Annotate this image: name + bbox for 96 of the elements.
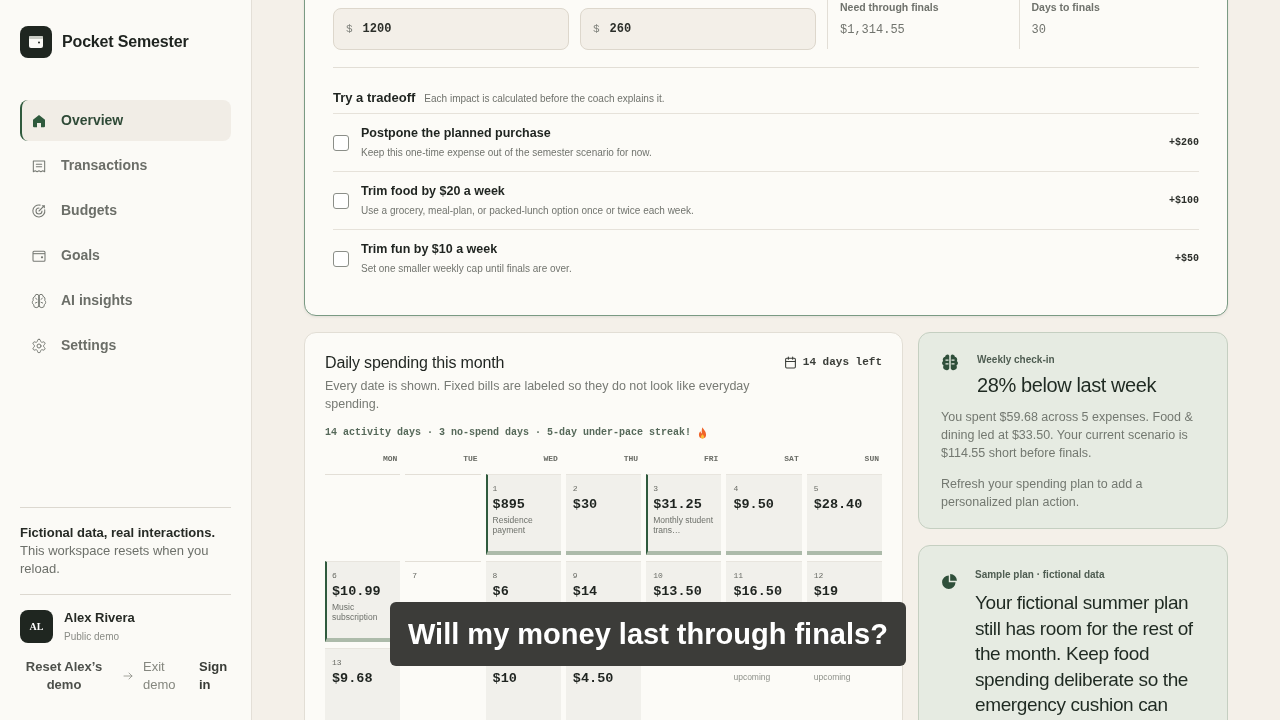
option-description: Use a grocery, meal-plan, or packed-lunch option once or twice each week. [361, 204, 694, 218]
reset-demo-button[interactable]: Reset Alex’s demo [20, 658, 108, 694]
day-note: Music subscription [332, 602, 379, 622]
day-number: 12 [813, 571, 825, 581]
sign-in-button[interactable]: Sign in [199, 658, 230, 694]
day-number: 2 [572, 484, 579, 494]
card-label: Weekly check-in [977, 353, 1056, 367]
nav-item[interactable]: Goals [20, 235, 231, 276]
section-title: Try a tradeoff [333, 89, 416, 107]
day-amount: $9.68 [332, 671, 374, 687]
day-note: Residence payment [492, 515, 534, 535]
amount-field[interactable]: $ 1200 [333, 8, 569, 50]
days-left-label: 14 days left [802, 355, 882, 370]
card-title: Daily spending this month [325, 353, 505, 373]
option-description: Set one smaller weekly cap until finals are over. [361, 262, 572, 276]
stat-value: 30 [1031, 22, 1047, 38]
video-caption: Will my money last through finals? [390, 602, 906, 666]
day-note: upcoming [733, 672, 772, 682]
day-amount: $10.99 [332, 584, 382, 600]
day-amount: $13.50 [653, 584, 703, 600]
day-amount: $10 [492, 671, 518, 687]
day-amount: $19 [813, 584, 839, 600]
notice-title: Fictional data, real interactions. [20, 524, 217, 542]
calendar-icon [783, 355, 797, 369]
fire-icon [697, 426, 709, 440]
day-amount: $4.50 [572, 671, 615, 687]
option-title: Postpone the planned purchase [361, 125, 552, 141]
day-amount: $14 [572, 584, 599, 600]
section-hint: Each impact is calculated before the coach explains it. [424, 92, 665, 106]
user-name: Alex Rivera [64, 610, 135, 626]
day-number: 5 [813, 484, 820, 494]
day-number: 10 [653, 571, 664, 581]
day-number: 13 [332, 658, 343, 668]
activity-summary: 14 activity days · 3 no-spend days · 5-day under-pace streak! [325, 426, 692, 440]
checkbox[interactable] [333, 192, 349, 209]
day-amount: $28.40 [813, 497, 864, 513]
pie-chart-icon [941, 573, 958, 590]
option-title: Trim food by $20 a week [361, 183, 506, 199]
card-footnote: Refresh your spending plan to add a personalized plan action. [941, 476, 1144, 511]
card-label: Sample plan · fictional data [975, 568, 1106, 582]
weekday-label: SAT [783, 453, 800, 465]
nav-item[interactable]: Overview [20, 100, 231, 141]
weekday-label: WED [542, 453, 559, 465]
day-amount: $31.25 [653, 497, 703, 513]
option-title: Trim fun by $10 a week [361, 241, 499, 257]
day-number: 3 [653, 484, 659, 494]
settings-icon [31, 337, 47, 354]
user-role: Public demo [64, 630, 121, 644]
day-number: 9 [572, 571, 579, 581]
home-icon [31, 112, 47, 129]
card-body: You spent $59.68 across 5 expenses. Food & dining led at $33.50. Your current scenario is $114.55 short before finals. [941, 409, 1194, 462]
day-number: 8 [492, 571, 499, 581]
weekday-label: MON [381, 453, 399, 465]
wallet-logo-icon [20, 26, 52, 58]
day-amount: $6 [492, 584, 510, 600]
day-number: 7 [412, 571, 419, 581]
exit-demo-button[interactable]: Exit demo [122, 658, 179, 694]
card-headline: 28% below last week [977, 373, 1157, 398]
app-name: Pocket Semester [62, 32, 189, 52]
brain-icon [941, 353, 959, 371]
plan-text: Your fictional summer plan still has room for the rest of the month. Keep food spending deliberate so the emergency cushion can [975, 591, 1194, 717]
day-number: 4 [733, 484, 740, 494]
day-number: 11 [733, 571, 745, 581]
day-amount: $30 [572, 497, 599, 513]
stat-label: Days to finals [1031, 0, 1101, 14]
stat-label: Need through finals [840, 0, 940, 14]
weekday-label: FRI [703, 453, 720, 465]
impact-amount: +$260 [1169, 136, 1199, 150]
arrow-right-icon [122, 670, 134, 682]
nav-item[interactable]: Transactions [20, 145, 231, 186]
weekday-label: SUN [863, 453, 880, 465]
brain-icon [31, 292, 47, 309]
impact-amount: +$100 [1169, 194, 1199, 208]
weekday-label: TUE [462, 453, 479, 465]
notice-text: This workspace resets when you reload. [20, 542, 210, 578]
amount-field[interactable]: $ 260 [580, 8, 816, 50]
nav-item[interactable]: AI insights [20, 280, 231, 321]
target-icon [31, 202, 47, 219]
stat-value: $1,314.55 [840, 22, 906, 38]
day-amount: $895 [492, 497, 526, 513]
day-number: 1 [492, 484, 499, 494]
card-description: Every date is shown. Fixed bills are labeled so they do not look like everyday spending. [325, 378, 751, 413]
day-note: Monthly student trans… [653, 515, 715, 535]
nav-item[interactable]: Budgets [20, 190, 231, 231]
day-number: 6 [332, 571, 338, 581]
weekday-label: THU [622, 453, 640, 465]
avatar-initials: AL [20, 610, 53, 643]
day-amount: $16.50 [733, 584, 784, 600]
checkbox[interactable] [333, 250, 349, 267]
receipt-icon [31, 157, 47, 174]
option-description: Keep this one-time expense out of the semester scenario for now. [361, 146, 652, 160]
day-note: upcoming [813, 672, 852, 682]
impact-amount: +$50 [1175, 252, 1199, 266]
day-amount: $9.50 [733, 497, 775, 513]
checkbox[interactable] [333, 134, 349, 151]
nav-item[interactable]: Settings [20, 325, 231, 366]
